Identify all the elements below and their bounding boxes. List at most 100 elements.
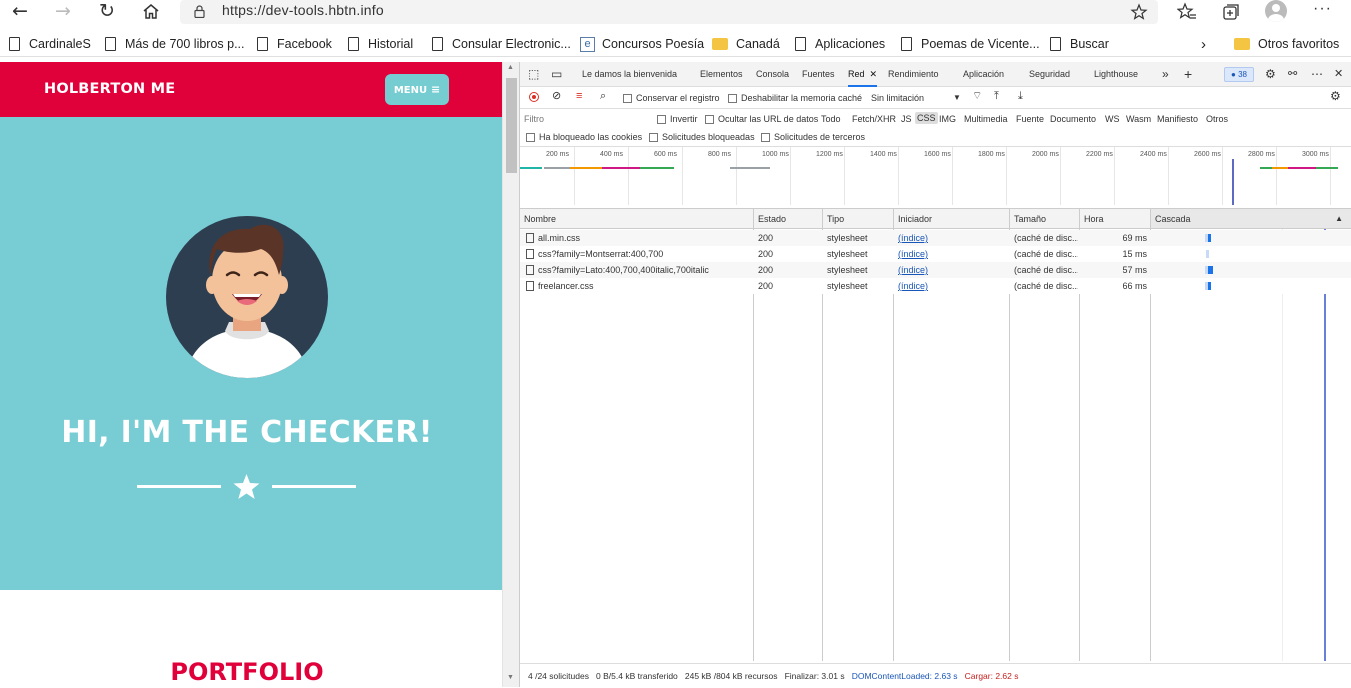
favorites-icon[interactable] [1176, 2, 1197, 22]
column-initiator[interactable]: Iniciador [894, 209, 1010, 229]
customize-icon[interactable]: ⚯ [1288, 62, 1297, 87]
forward-icon[interactable]: → [48, 0, 78, 24]
record-icon[interactable] [529, 92, 539, 102]
initiator-link[interactable]: (índice) [898, 262, 1006, 278]
close-devtools-icon[interactable]: ✕ [1334, 62, 1343, 87]
tab-elements[interactable]: Elementos [700, 62, 743, 87]
add-tab-icon[interactable]: + [1184, 62, 1192, 87]
brand-logo[interactable]: HOLBERTON ME [44, 81, 175, 97]
invert-checkbox[interactable]: Invertir [657, 113, 698, 125]
table-row[interactable]: css?family=Lato:400,700,400italic,700ita… [520, 262, 1351, 278]
chevron-right-icon[interactable]: › [1201, 34, 1206, 54]
type-filter-media[interactable]: Multimedia [964, 113, 1008, 125]
column-size[interactable]: Tamaño [1010, 209, 1080, 229]
bookmark-folder[interactable]: Canadá [712, 34, 780, 54]
table-row[interactable]: all.min.css 200 stylesheet (índice) (caché d… [520, 230, 1351, 246]
bookmark-item[interactable]: Aplicaciones [795, 34, 885, 54]
more-options-icon[interactable]: ⋯ [1311, 62, 1323, 87]
type-filter-all[interactable]: Todo [821, 113, 841, 125]
tab-security[interactable]: Seguridad [1029, 62, 1070, 87]
clear-icon[interactable]: ⊘ [552, 90, 561, 102]
network-conditions-icon[interactable]: ⌔ [972, 90, 982, 102]
overview-gridline [736, 147, 737, 205]
device-toolbar-icon[interactable]: ▭ [551, 62, 562, 87]
network-settings-icon[interactable]: ⚙ [1330, 90, 1341, 102]
profile-avatar[interactable] [1265, 0, 1287, 22]
column-status[interactable]: Estado [754, 209, 823, 229]
scroll-down-icon[interactable]: ▼ [507, 674, 514, 681]
initiator-link[interactable]: (índice) [898, 246, 1006, 262]
tab-sources[interactable]: Fuentes [802, 62, 835, 87]
request-size: (caché de disc... [1014, 281, 1078, 291]
hero-title: HI, I'M THE CHECKER! [61, 415, 433, 450]
type-filter-css[interactable]: CSS [915, 112, 938, 124]
request-name: css?family=Lato:400,700,400italic,700ita… [538, 265, 709, 275]
blocked-requests-checkbox[interactable]: Solicitudes bloqueadas [649, 131, 755, 143]
bookmarks-bar: CardinaleS Más de 700 libros p... Facebo… [0, 30, 1351, 57]
bookmark-item[interactable]: Facebook [257, 34, 332, 54]
overview-tick-label: 3000 ms [1302, 151, 1329, 158]
preserve-log-checkbox[interactable]: Conservar el registro [623, 92, 720, 104]
bookmark-folder[interactable]: Otros favoritos [1234, 34, 1339, 54]
hide-data-urls-checkbox[interactable]: Ocultar las URL de datos [705, 113, 818, 125]
column-time[interactable]: Hora [1080, 209, 1151, 229]
scroll-up-icon[interactable]: ▲ [507, 64, 514, 71]
table-row[interactable]: css?family=Montserrat:400,700 200 styleshe… [520, 246, 1351, 262]
inspect-icon[interactable]: ⬚ [528, 62, 539, 87]
gear-icon[interactable]: ⚙ [1265, 62, 1276, 87]
initiator-link[interactable]: (índice) [898, 278, 1006, 294]
tab-network[interactable]: Red ✕ [848, 62, 878, 87]
type-filter-fetch[interactable]: Fetch/XHR [852, 113, 896, 125]
network-overview[interactable]: 200 ms 400 ms 600 ms 800 ms 1000 ms 1200 ms 14… [520, 147, 1351, 209]
back-icon[interactable]: ← [5, 0, 35, 24]
address-bar[interactable]: https://dev-tools.hbtn.info [180, 0, 1158, 24]
page-scrollbar[interactable]: ▲ ▼ [502, 62, 519, 687]
collections-icon[interactable] [1221, 2, 1241, 22]
refresh-icon[interactable]: ↻ [92, 0, 122, 24]
bookmark-item[interactable]: CardinaleS [9, 34, 91, 54]
file-icon [526, 233, 534, 243]
import-har-icon[interactable]: ⤒ [994, 90, 999, 102]
initiator-link[interactable]: (índice) [898, 230, 1006, 246]
filter-icon[interactable]: ≡ [576, 90, 582, 102]
column-waterfall[interactable]: Cascada ▲ [1151, 209, 1351, 229]
type-filter-js[interactable]: JS [901, 113, 912, 125]
bookmark-item[interactable]: Más de 700 libros p... [105, 34, 245, 54]
menu-button[interactable]: MENU ≡ [385, 74, 449, 105]
filter-input[interactable]: Filtro [524, 112, 652, 126]
tab-welcome[interactable]: Le damos la bienvenida [582, 62, 677, 87]
blocked-cookies-checkbox[interactable]: Ha bloqueado las cookies [526, 131, 642, 143]
tab-console[interactable]: Consola [756, 62, 789, 87]
third-party-checkbox[interactable]: Solicitudes de terceros [761, 131, 865, 143]
type-filter-font[interactable]: Fuente [1016, 113, 1044, 125]
throttling-select[interactable]: Sin limitación ▼ [871, 92, 961, 104]
issues-badge[interactable]: ● 38 [1224, 67, 1254, 82]
waterfall-bar [1205, 266, 1213, 274]
bookmark-item[interactable]: Consular Electronic... [432, 34, 571, 54]
bookmark-item[interactable]: e Concursos Poesía [580, 34, 704, 54]
table-row[interactable]: freelancer.css 200 stylesheet (índice) (cach… [520, 278, 1351, 294]
type-filter-doc[interactable]: Documento [1050, 113, 1096, 125]
tab-performance[interactable]: Rendimiento [888, 62, 939, 87]
tab-application[interactable]: Aplicación [963, 62, 1004, 87]
more-tabs-icon[interactable]: » [1162, 62, 1169, 87]
type-filter-img[interactable]: IMG [939, 113, 956, 125]
column-type[interactable]: Tipo [823, 209, 894, 229]
more-icon[interactable]: ··· [1313, 0, 1332, 18]
column-name[interactable]: Nombre [520, 209, 754, 229]
disable-cache-checkbox[interactable]: Deshabilitar la memoria caché [728, 92, 862, 104]
home-icon[interactable] [141, 2, 161, 22]
bookmark-item[interactable]: Buscar [1050, 34, 1109, 54]
scrollbar-thumb[interactable] [506, 78, 517, 173]
close-tab-icon[interactable]: ✕ [870, 69, 878, 79]
type-filter-manifest[interactable]: Manifiesto [1157, 113, 1198, 125]
type-filter-wasm[interactable]: Wasm [1126, 113, 1151, 125]
tab-lighthouse[interactable]: Lighthouse [1094, 62, 1138, 87]
export-har-icon[interactable]: ⤓ [1018, 90, 1023, 102]
search-icon[interactable]: ⌕ [600, 90, 606, 102]
bookmark-item[interactable]: Historial [348, 34, 413, 54]
type-filter-other[interactable]: Otros [1206, 113, 1228, 125]
add-favorite-icon[interactable] [1130, 3, 1148, 21]
bookmark-item[interactable]: Poemas de Vicente... [901, 34, 1040, 54]
type-filter-ws[interactable]: WS [1105, 113, 1120, 125]
